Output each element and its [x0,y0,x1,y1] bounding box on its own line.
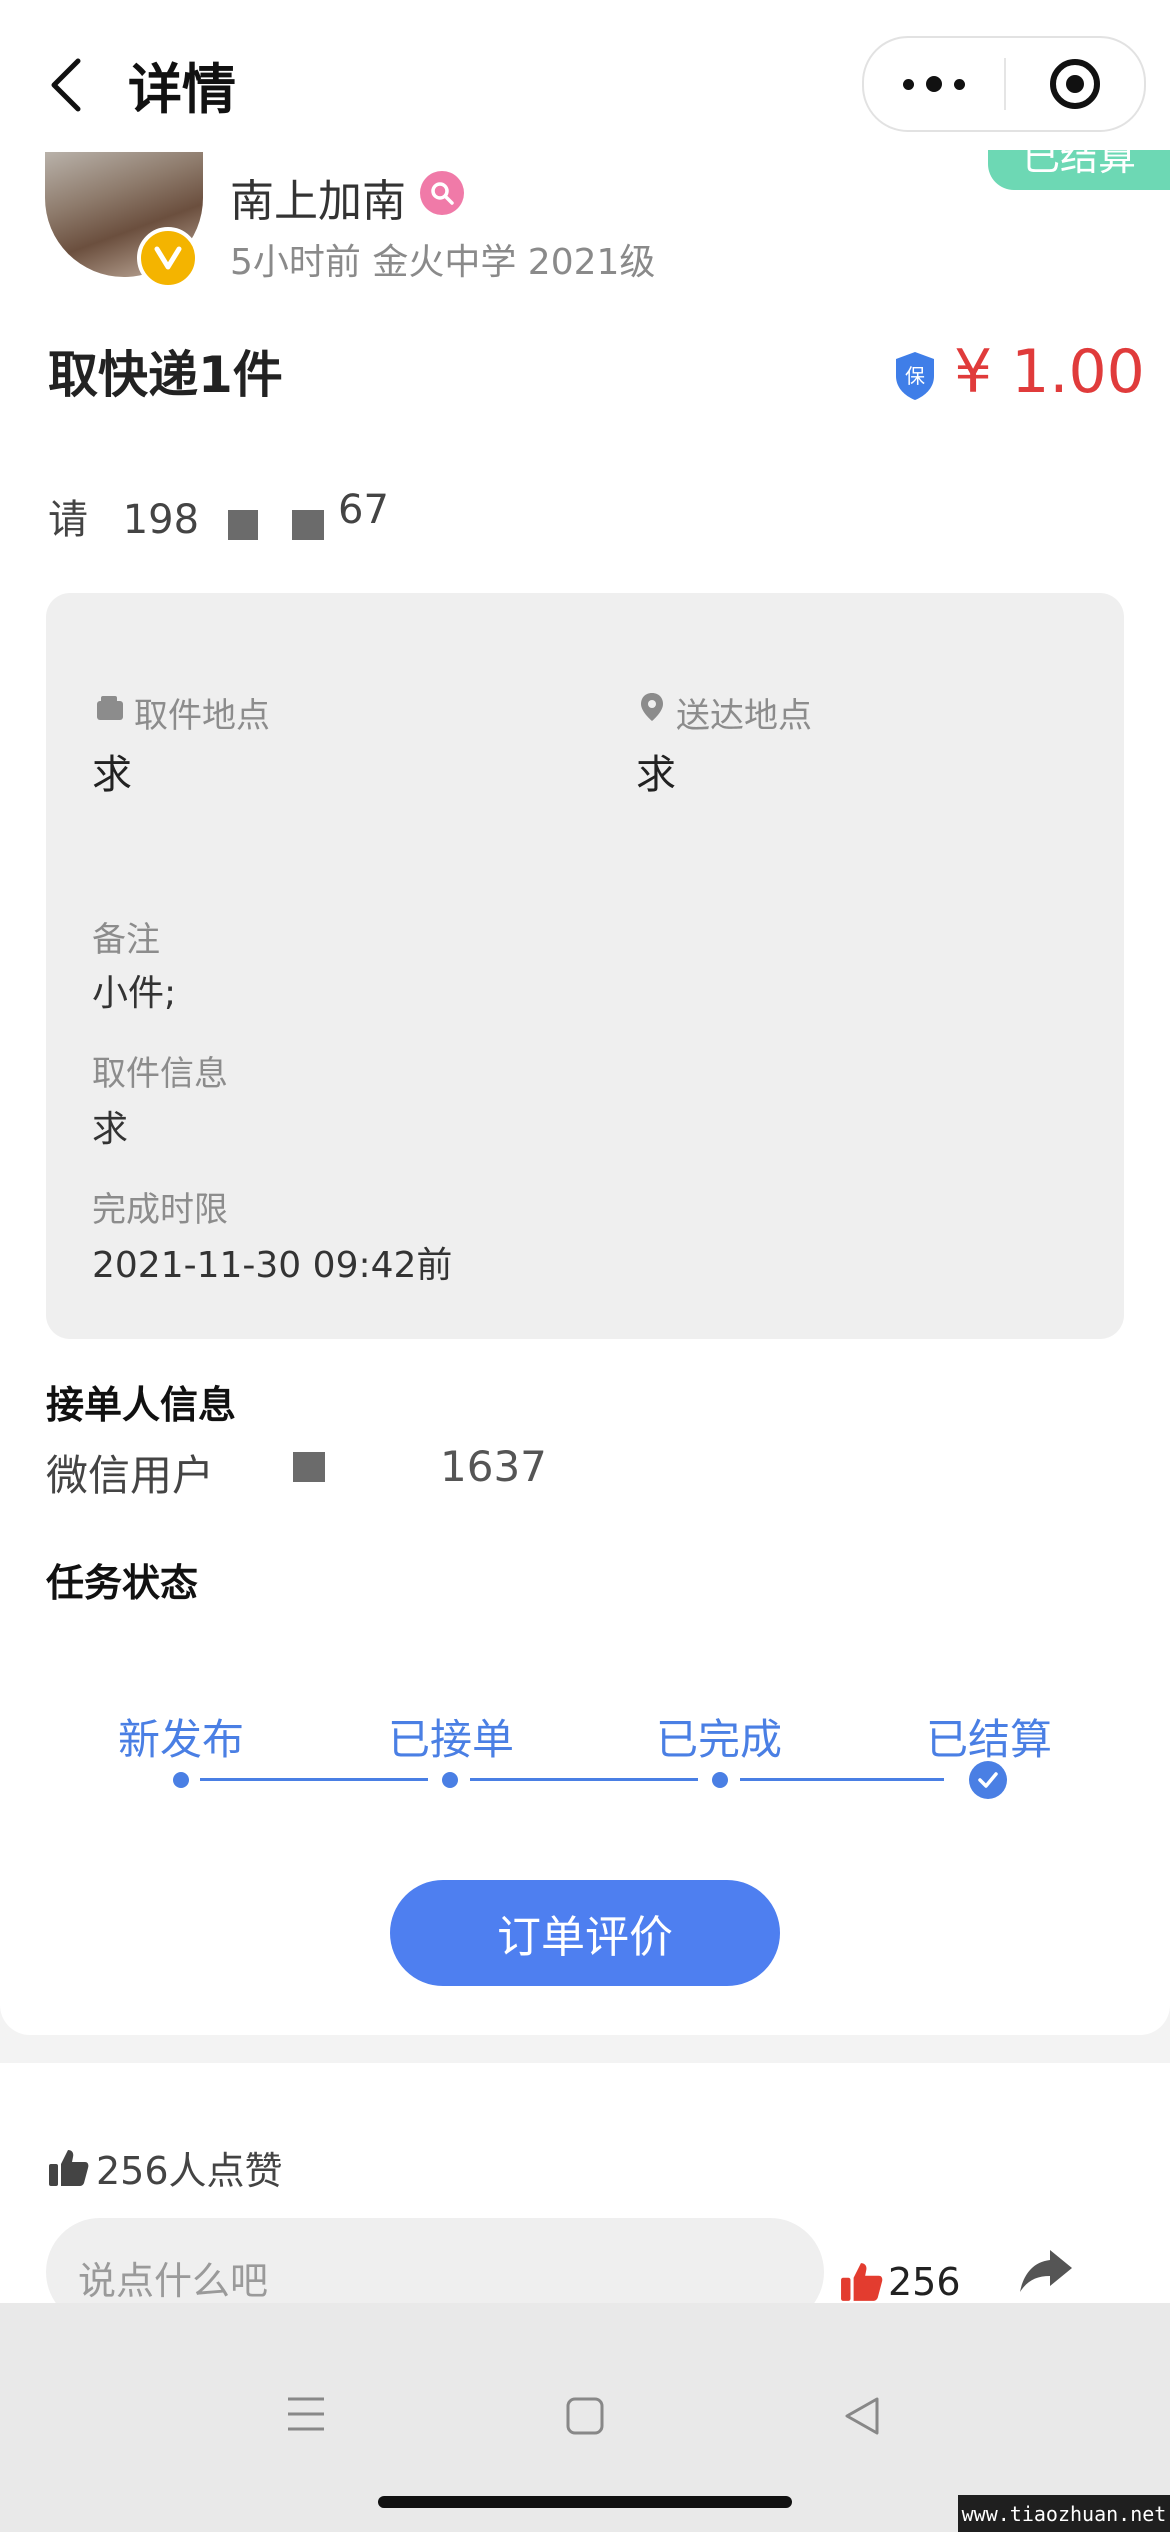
order-review-button[interactable]: 订单评价 [390,1880,780,1986]
like-summary: 256人点赞 [48,2140,283,2195]
chevron-left-icon [51,58,81,112]
wallet-icon [97,696,123,720]
contact-line: 请 198 [48,487,199,545]
comment-placeholder: 说点什么吧 [78,2259,269,2303]
guarantee-shield-icon: 保 [893,350,937,402]
home-indicator[interactable] [378,2496,792,2508]
menu-icon[interactable] [286,2396,326,2432]
note-value: 小件; [92,973,177,1014]
watermark: www.tiaozhuan.net [958,2495,1170,2532]
step-dot [442,1772,458,1788]
user-name[interactable]: 南上加南 [230,165,406,229]
post-title: 取快递1件 [48,346,283,404]
more-button[interactable] [864,38,1004,130]
like-button[interactable]: 256 [840,2260,961,2304]
contact-number-start: 198 [122,497,200,543]
page-title: 详情 [128,58,236,121]
receiver-id-suffix: 1637 [440,1442,547,1491]
step-line [470,1778,698,1781]
dropoff-location-label: 送达地点 [676,696,812,736]
likes-text: 256人点赞 [96,2149,283,2193]
task-status-title: 任务状态 [46,1561,199,1605]
target-icon [1050,59,1100,109]
redaction-block [292,510,324,540]
step-line [200,1778,428,1781]
receiver-name: 微信用户 [46,1451,215,1500]
more-dots-icon [903,78,914,90]
gender-icon [420,171,464,215]
thumbs-up-icon [841,2263,883,2301]
pickup-info-value: 求 [92,1109,129,1150]
close-miniprogram-button[interactable] [1006,38,1144,130]
miniprogram-capsule [862,36,1146,132]
vip-badge-icon [137,227,199,289]
deadline-value: 2021-11-30 09:42前 [92,1245,453,1286]
back-button[interactable] [40,50,90,120]
deadline-label: 完成时限 [92,1190,228,1230]
step-label-completed: 已完成 [656,1715,783,1764]
step-dot [173,1772,189,1788]
home-square-icon[interactable] [565,2396,605,2436]
contact-number-end: 67 [338,487,389,533]
pickup-info-label: 取件信息 [92,1054,228,1094]
step-dot [712,1772,728,1788]
like-count: 256 [888,2260,961,2304]
share-button[interactable] [1018,2248,1078,2298]
status-badge: 已结算 [988,150,1170,190]
dropoff-location-value: 求 [636,752,676,798]
pickup-location-value: 求 [92,752,132,798]
location-pin-icon [641,693,663,721]
pickup-location-label: 取件地点 [134,696,270,736]
receiver-section-title: 接单人信息 [46,1383,237,1427]
share-arrow-icon [1020,2250,1072,2292]
price: ¥ 1.00 [954,337,1145,407]
post-meta: 5小时前 金火中学 2021级 [230,242,656,283]
step-label-settled: 已结算 [926,1715,1053,1764]
note-label: 备注 [92,920,160,960]
check-icon [969,1761,1007,1799]
step-line [740,1778,944,1781]
step-label-accepted: 已接单 [388,1715,515,1764]
svg-text:保: 保 [905,364,925,388]
thumbs-up-icon [49,2149,89,2186]
step-label-new: 新发布 [118,1715,245,1764]
back-triangle-icon[interactable] [842,2396,882,2436]
redaction-block [228,510,258,540]
redaction-block [293,1452,325,1482]
contact-prefix: 请 [48,497,88,543]
